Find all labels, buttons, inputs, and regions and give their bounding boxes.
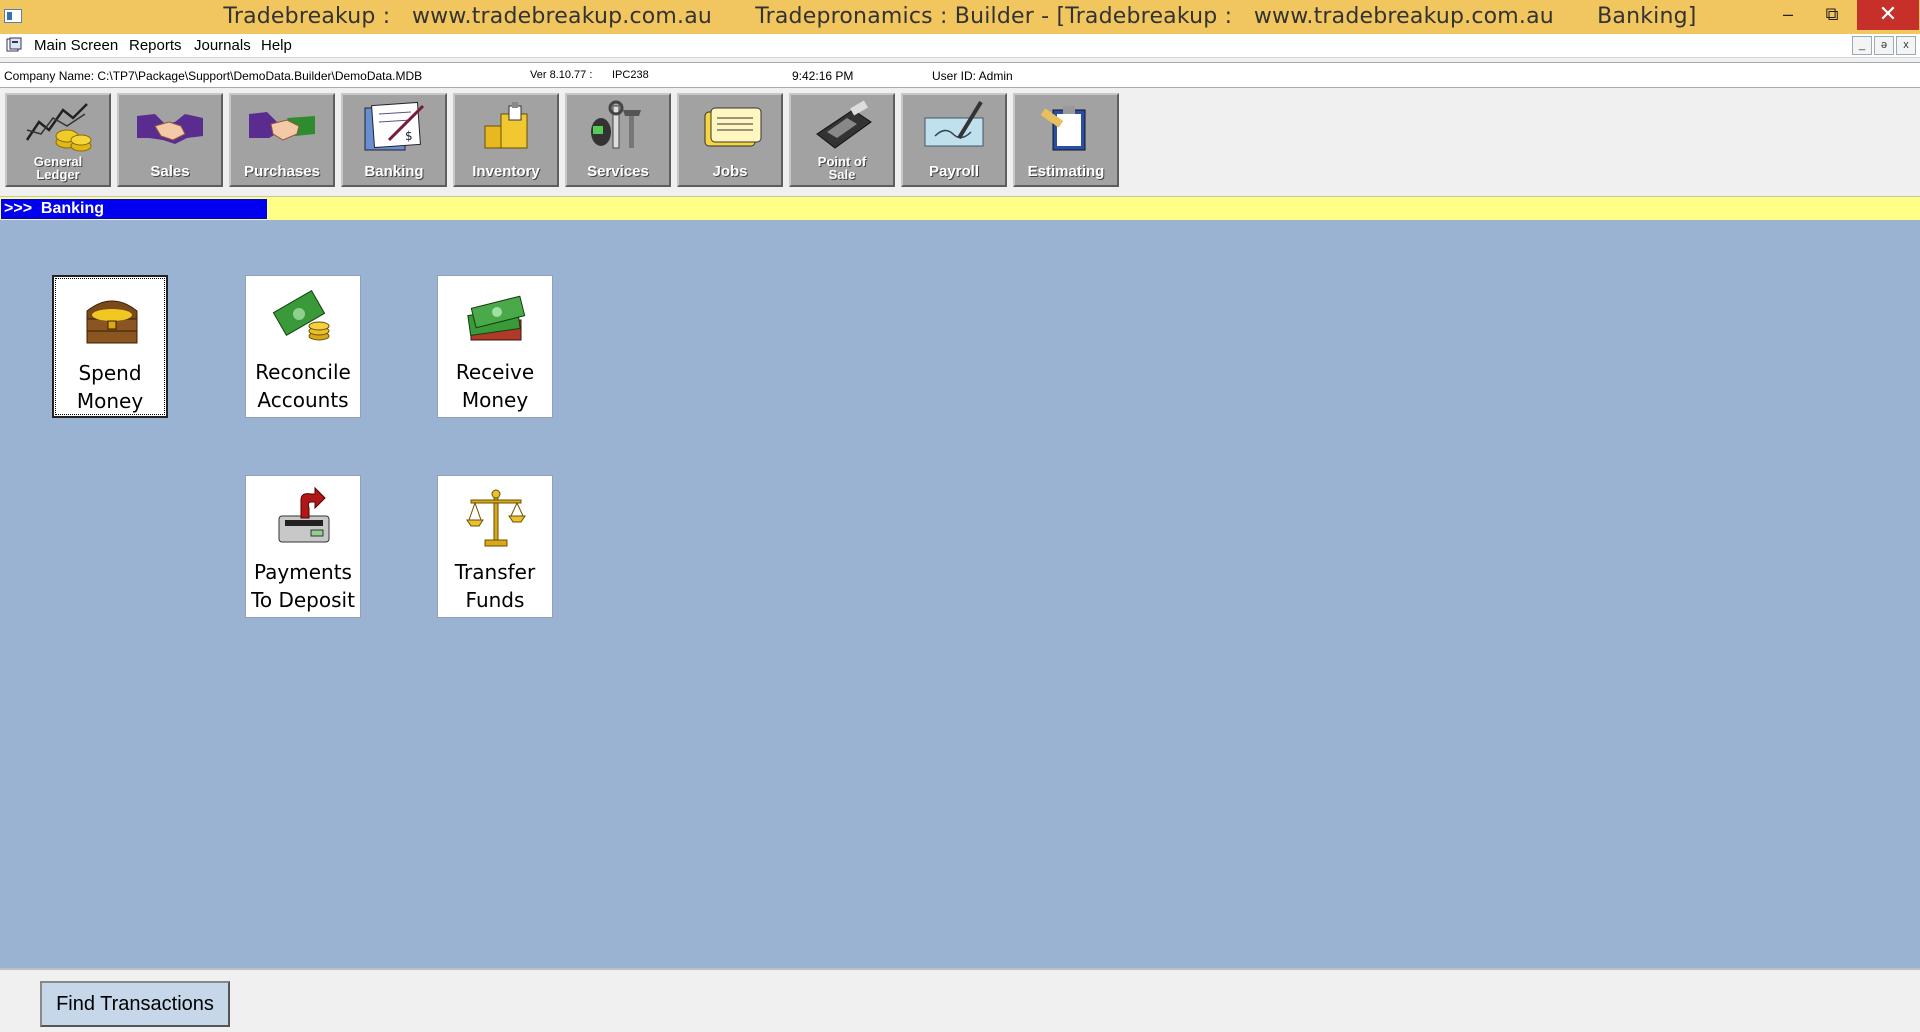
payments-to-deposit-label: Payments To Deposit	[251, 560, 355, 612]
restore-button[interactable]: ⧉	[1809, 0, 1855, 30]
toolbar-services-button[interactable]: Services	[565, 93, 671, 187]
general-ledger-icon	[25, 103, 92, 152]
version-label: Ver 8.10.77 :	[530, 69, 593, 81]
banking-cheque-icon: $	[364, 101, 425, 151]
toolbar-jobs-button[interactable]: Jobs	[677, 93, 783, 187]
spend-money-label: Spend Money	[76, 361, 144, 413]
toolbar-sales-label: Sales	[150, 163, 190, 180]
clock-time: 9:42:16 PM	[792, 69, 854, 83]
mdi-close-button[interactable]: x	[1896, 36, 1916, 55]
toolbar-banking-label: Banking	[364, 163, 424, 180]
code-label: IPC238	[612, 69, 649, 81]
receive-money-label: Receive Money	[455, 360, 535, 412]
toolbar-banking-button[interactable]: $ Banking	[341, 93, 447, 187]
menu-help[interactable]: Help	[261, 37, 292, 54]
toolbar-estimating-button[interactable]: Estimating	[1013, 93, 1119, 187]
svg-text:$: $	[405, 129, 413, 143]
treasure-chest-icon	[86, 300, 138, 344]
menu-main-screen[interactable]: Main Screen	[34, 37, 118, 54]
toolbar-point-of-sale-button[interactable]: Point of Sale	[789, 93, 895, 187]
toolbar-inventory-button[interactable]: Inventory	[453, 93, 559, 187]
sales-handshake-icon	[137, 114, 203, 144]
toolbar-general-ledger-button[interactable]: General Ledger	[5, 93, 111, 187]
purchases-handshake-icon	[249, 112, 315, 141]
cash-stack-icon	[467, 295, 526, 341]
company-name: Company Name: C:\TP7\Package\Support\Dem…	[4, 69, 423, 83]
user-id: User ID: Admin	[932, 69, 1013, 83]
breadcrumb: >>> Banking	[1, 199, 267, 219]
jobs-cards-icon	[704, 107, 762, 147]
payroll-cheque-pen-icon	[924, 100, 984, 147]
menu-bar: Main Screen Reports Journals Help _ ə x	[0, 34, 1920, 58]
payments-to-deposit-tile[interactable]: Payments To Deposit	[245, 475, 361, 618]
breadcrumb-strip: >>> Banking	[0, 196, 1920, 220]
minimize-button[interactable]: –	[1765, 0, 1811, 30]
toolbar-inventory-label: Inventory	[472, 163, 540, 180]
menu-journals[interactable]: Journals	[194, 37, 251, 54]
deposit-box-icon	[278, 486, 330, 543]
toolbar-estimating-label: Estimating	[1027, 163, 1105, 180]
close-button[interactable]: ✕	[1857, 0, 1919, 30]
window-title: Tradebreakup : www.tradebreakup.com.au T…	[223, 4, 1697, 29]
balance-scale-icon	[466, 489, 526, 547]
toolbar-payroll-label: Payroll	[928, 163, 980, 180]
menu-reports[interactable]: Reports	[129, 37, 182, 54]
reconcile-accounts-label: Reconcile Accounts	[255, 360, 351, 412]
toolbar-services-label: Services	[587, 163, 649, 180]
mdi-window-controls: _ ə x	[1852, 36, 1916, 55]
banking-workspace: Spend Money Reconcile Accounts Receive M…	[0, 220, 1920, 968]
inventory-boxes-icon	[484, 102, 528, 149]
reconcile-accounts-tile[interactable]: Reconcile Accounts	[245, 275, 361, 418]
toolbar-purchases-button[interactable]: Purchases	[229, 93, 335, 187]
module-toolbar: General Ledger Sales Purchases $ Banking	[0, 88, 1920, 194]
mdi-restore-button[interactable]: ə	[1874, 36, 1894, 55]
transfer-funds-label: Transfer Funds	[454, 560, 536, 612]
toolbar-sales-button[interactable]: Sales	[117, 93, 223, 187]
receive-money-tile[interactable]: Receive Money	[437, 275, 553, 418]
mdi-minimize-button[interactable]: _	[1852, 36, 1872, 55]
estimating-clipboard-icon	[1040, 106, 1086, 151]
transfer-funds-tile[interactable]: Transfer Funds	[437, 475, 553, 618]
banknote-coins-icon	[272, 290, 330, 341]
toolbar-purchases-label: Purchases	[244, 163, 320, 180]
window-titlebar: Tradebreakup : www.tradebreakup.com.au T…	[0, 0, 1920, 34]
services-tools-icon	[591, 100, 641, 149]
eftpos-terminal-icon	[816, 100, 872, 149]
toolbar-payroll-button[interactable]: Payroll	[901, 93, 1007, 187]
toolbar-jobs-label: Jobs	[712, 163, 748, 180]
document-window-icon[interactable]	[6, 37, 22, 53]
find-transactions-button[interactable]: Find Transactions	[40, 981, 230, 1027]
company-status-line: Company Name: C:\TP7\Package\Support\Dem…	[0, 62, 1920, 88]
bottom-action-bar: Find Transactions	[0, 968, 1920, 1032]
toolbar-point-of-sale-label: Point of Sale	[817, 154, 867, 182]
spend-money-tile[interactable]: Spend Money	[52, 275, 168, 418]
toolbar-general-ledger-label: General Ledger	[33, 154, 83, 182]
